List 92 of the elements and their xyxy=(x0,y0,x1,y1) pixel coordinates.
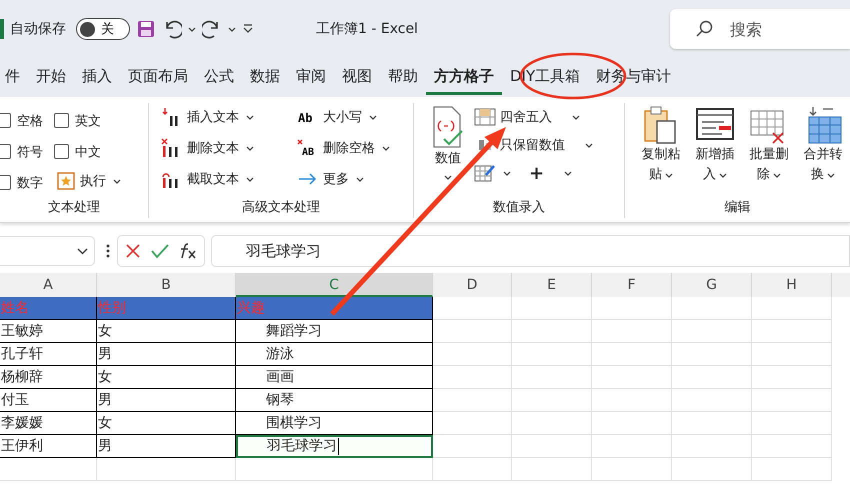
column-header[interactable]: E xyxy=(512,273,592,297)
app-icon xyxy=(0,19,4,39)
ribbon-tab[interactable]: 公式 xyxy=(196,60,242,94)
table-cell: 羽毛球学习 xyxy=(236,435,433,458)
table-cell: 付玉 xyxy=(0,389,97,412)
ribbon-button[interactable]: 合并转 换 xyxy=(797,103,849,188)
caret-icon xyxy=(444,175,452,180)
window-title: 工作簿1 - Excel xyxy=(316,20,418,38)
option-checkbox[interactable]: 中文 xyxy=(54,136,134,167)
caret-icon xyxy=(113,178,121,184)
ribbon-tab[interactable]: 帮助 xyxy=(380,60,426,94)
group-label: 数值录入 xyxy=(493,199,545,217)
ribbon-tab[interactable]: 数据 xyxy=(242,60,288,94)
cancel-icon[interactable] xyxy=(124,242,142,260)
caret-icon xyxy=(827,173,835,178)
group-label: 文本处理 xyxy=(48,199,100,217)
plus-button[interactable]: + xyxy=(527,159,574,187)
caret-icon xyxy=(719,173,727,178)
caret-icon xyxy=(503,170,511,176)
option-checkbox[interactable]: 英文 xyxy=(54,105,134,136)
grid-icon xyxy=(474,107,496,127)
caret-icon xyxy=(665,173,673,178)
option-checkbox[interactable]: 符号 xyxy=(0,136,54,167)
caret-icon xyxy=(585,142,593,148)
ribbon-tab[interactable]: 视图 xyxy=(334,60,380,94)
caret-icon xyxy=(369,114,377,120)
case-icon: Ab xyxy=(297,107,319,127)
caret-icon xyxy=(382,146,390,150)
column-header[interactable]: G xyxy=(672,273,752,297)
run-button[interactable]: 执行 xyxy=(54,167,134,195)
ribbon-button[interactable]: 插入文本 xyxy=(159,103,289,131)
table-cell: 姓名 xyxy=(0,297,97,320)
table-cell: 杨柳辞 xyxy=(0,366,97,389)
formula-field[interactable]: 羽毛球学习 xyxy=(211,235,850,267)
table-cell: 性别 xyxy=(97,297,236,320)
ribbon-button[interactable]: Ab 大小写 xyxy=(295,103,415,131)
table-cell: 李媛媛 xyxy=(0,412,97,435)
customize-caret-icon[interactable] xyxy=(242,24,254,34)
group-label: 编辑 xyxy=(724,199,750,217)
ribbon-tab[interactable]: 插入 xyxy=(74,60,120,94)
table-cell: 王敏婷 xyxy=(0,320,97,343)
table-cell: 王伊利 xyxy=(0,435,97,458)
enter-icon[interactable] xyxy=(150,242,170,260)
ribbon-tab[interactable]: 页面布局 xyxy=(120,60,196,94)
caret-icon xyxy=(246,176,254,182)
column-header[interactable]: C xyxy=(236,273,433,297)
column-header[interactable]: D xyxy=(433,273,512,297)
table-cell: 女 xyxy=(97,320,236,343)
more-icon[interactable] xyxy=(105,243,111,259)
function-icon[interactable] xyxy=(178,242,198,260)
option-checkbox[interactable]: 数字 xyxy=(0,167,54,198)
autosave-toggle[interactable]: 关 xyxy=(76,18,130,40)
table-cell: 女 xyxy=(97,412,236,435)
option-checkbox[interactable]: 空格 xyxy=(0,105,54,136)
search-icon xyxy=(694,19,714,39)
caret-icon[interactable] xyxy=(228,26,236,32)
ribbon-button[interactable]: 新增插 入 xyxy=(689,103,741,188)
group-label: 高级文本处理 xyxy=(242,199,320,217)
ribbon-button[interactable]: 批量删 除 xyxy=(743,103,795,188)
caret-icon xyxy=(572,114,580,120)
table-cell: 男 xyxy=(97,389,236,412)
table-cell: 男 xyxy=(97,343,236,366)
ribbon-tab[interactable]: 件 xyxy=(0,60,28,94)
caret-icon xyxy=(564,170,572,176)
table-cell: 舞蹈学习 xyxy=(236,320,433,343)
ribbon-button[interactable]: 删除文本 xyxy=(159,134,289,162)
ribbon-button[interactable]: 截取文本 xyxy=(159,165,289,193)
save-icon[interactable] xyxy=(136,19,156,39)
caret-icon xyxy=(246,146,254,150)
column-header[interactable]: H xyxy=(752,273,832,297)
ribbon-button[interactable]: 复制粘 贴 xyxy=(635,103,687,188)
column-header[interactable]: F xyxy=(592,273,672,297)
caret-icon xyxy=(356,176,364,182)
grid-pen-icon xyxy=(474,163,496,183)
table-cell: 孔子轩 xyxy=(0,343,97,366)
search-field[interactable]: 搜索 xyxy=(670,9,850,49)
ribbon-button[interactable]: 更多 xyxy=(295,165,415,193)
ribbon-tab[interactable]: 开始 xyxy=(28,60,74,94)
autosave-label: 自动保存 xyxy=(10,20,66,38)
ribbon-button[interactable]: AB 删除空格 xyxy=(295,134,415,162)
ribbon-button[interactable]: 四舍五入 xyxy=(472,103,595,131)
table-cell: 钢琴 xyxy=(236,389,433,412)
table-cell: 画画 xyxy=(236,366,433,389)
caret-icon xyxy=(773,173,781,178)
table-cell: 游泳 xyxy=(236,343,433,366)
table-cell: 女 xyxy=(97,366,236,389)
caret-icon xyxy=(77,248,88,254)
ribbon-tab[interactable]: 审阅 xyxy=(288,60,334,94)
number-button[interactable]: 数值 xyxy=(428,103,468,187)
caret-icon xyxy=(246,114,254,120)
caret-icon[interactable] xyxy=(188,26,196,32)
table-cell: 兴趣 xyxy=(236,297,433,320)
